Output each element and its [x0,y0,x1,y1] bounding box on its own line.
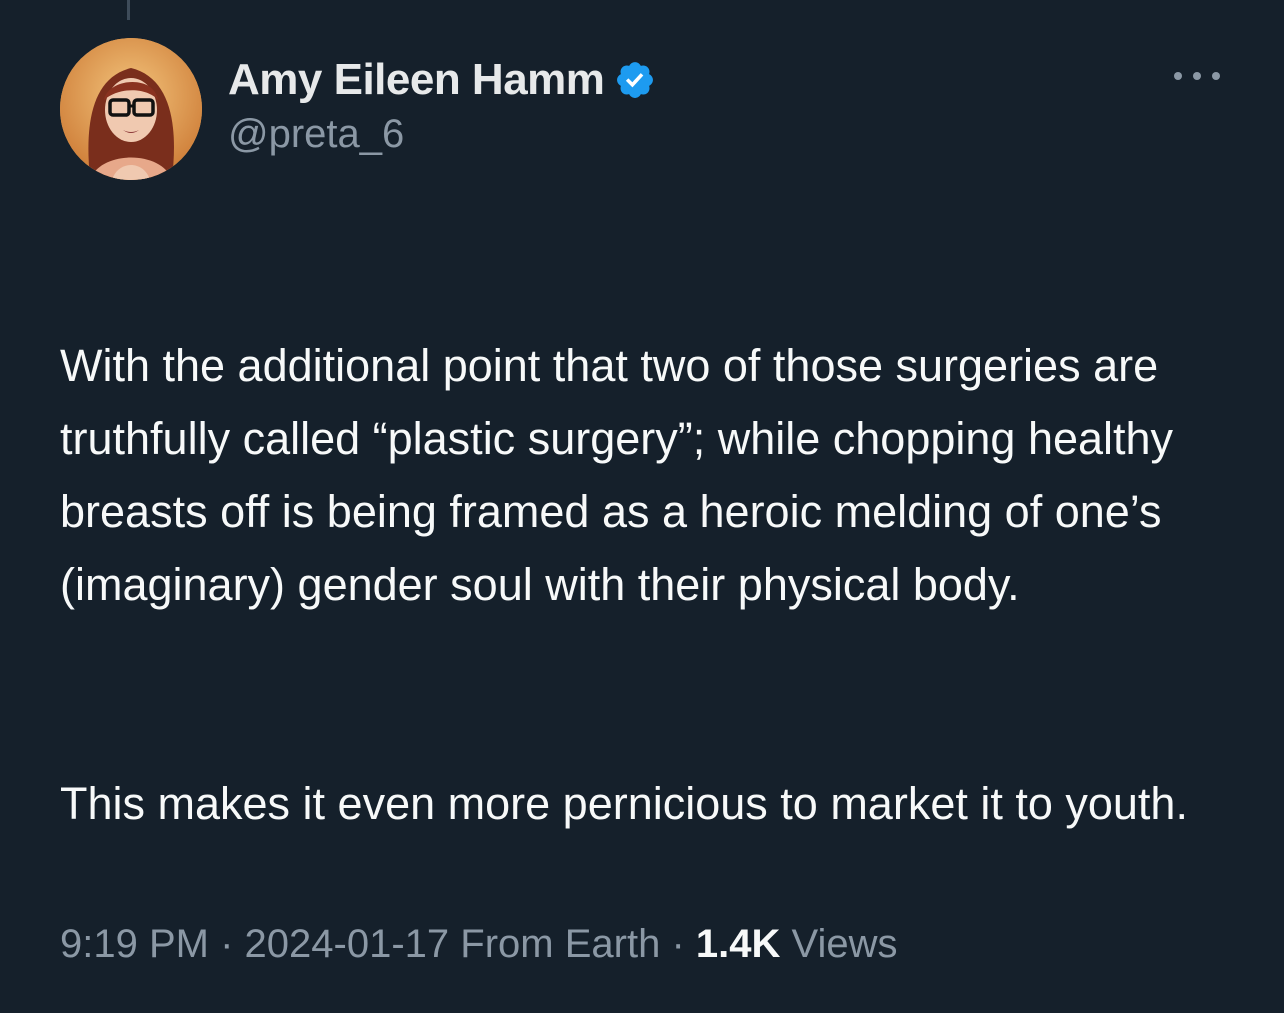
avatar[interactable] [60,38,202,180]
tweet-time[interactable]: 9:19 PM [60,922,209,966]
tweet-source: From Earth [460,922,661,966]
tweet-date[interactable]: 2024-01-17 [245,922,450,966]
tweet-paragraph: This makes it even more pernicious to ma… [60,778,1188,829]
more-dot [1212,72,1220,80]
meta-separator: · [671,922,685,966]
tweet-meta: 9:19 PM · 2024-01-17 From Earth · 1.4K V… [60,922,898,967]
author-name-row: Amy Eileen Hamm [228,52,656,108]
tweet-text: With the additional point that two of th… [60,256,1240,913]
tweet-detail: Amy Eileen Hamm @preta_6 With the additi… [0,0,1284,1013]
verified-badge-icon[interactable] [614,59,656,101]
meta-separator: · [220,922,234,966]
author-info: Amy Eileen Hamm @preta_6 [228,52,656,157]
more-dot [1193,72,1201,80]
author-handle[interactable]: @preta_6 [228,112,656,157]
tweet-paragraph: With the additional point that two of th… [60,340,1174,610]
more-dot [1174,72,1182,80]
profile-photo [60,38,202,180]
views-count[interactable]: 1.4K [696,922,781,966]
more-options-icon[interactable] [1174,64,1220,88]
views-label: Views [791,922,898,966]
author-display-name[interactable]: Amy Eileen Hamm [228,55,605,105]
